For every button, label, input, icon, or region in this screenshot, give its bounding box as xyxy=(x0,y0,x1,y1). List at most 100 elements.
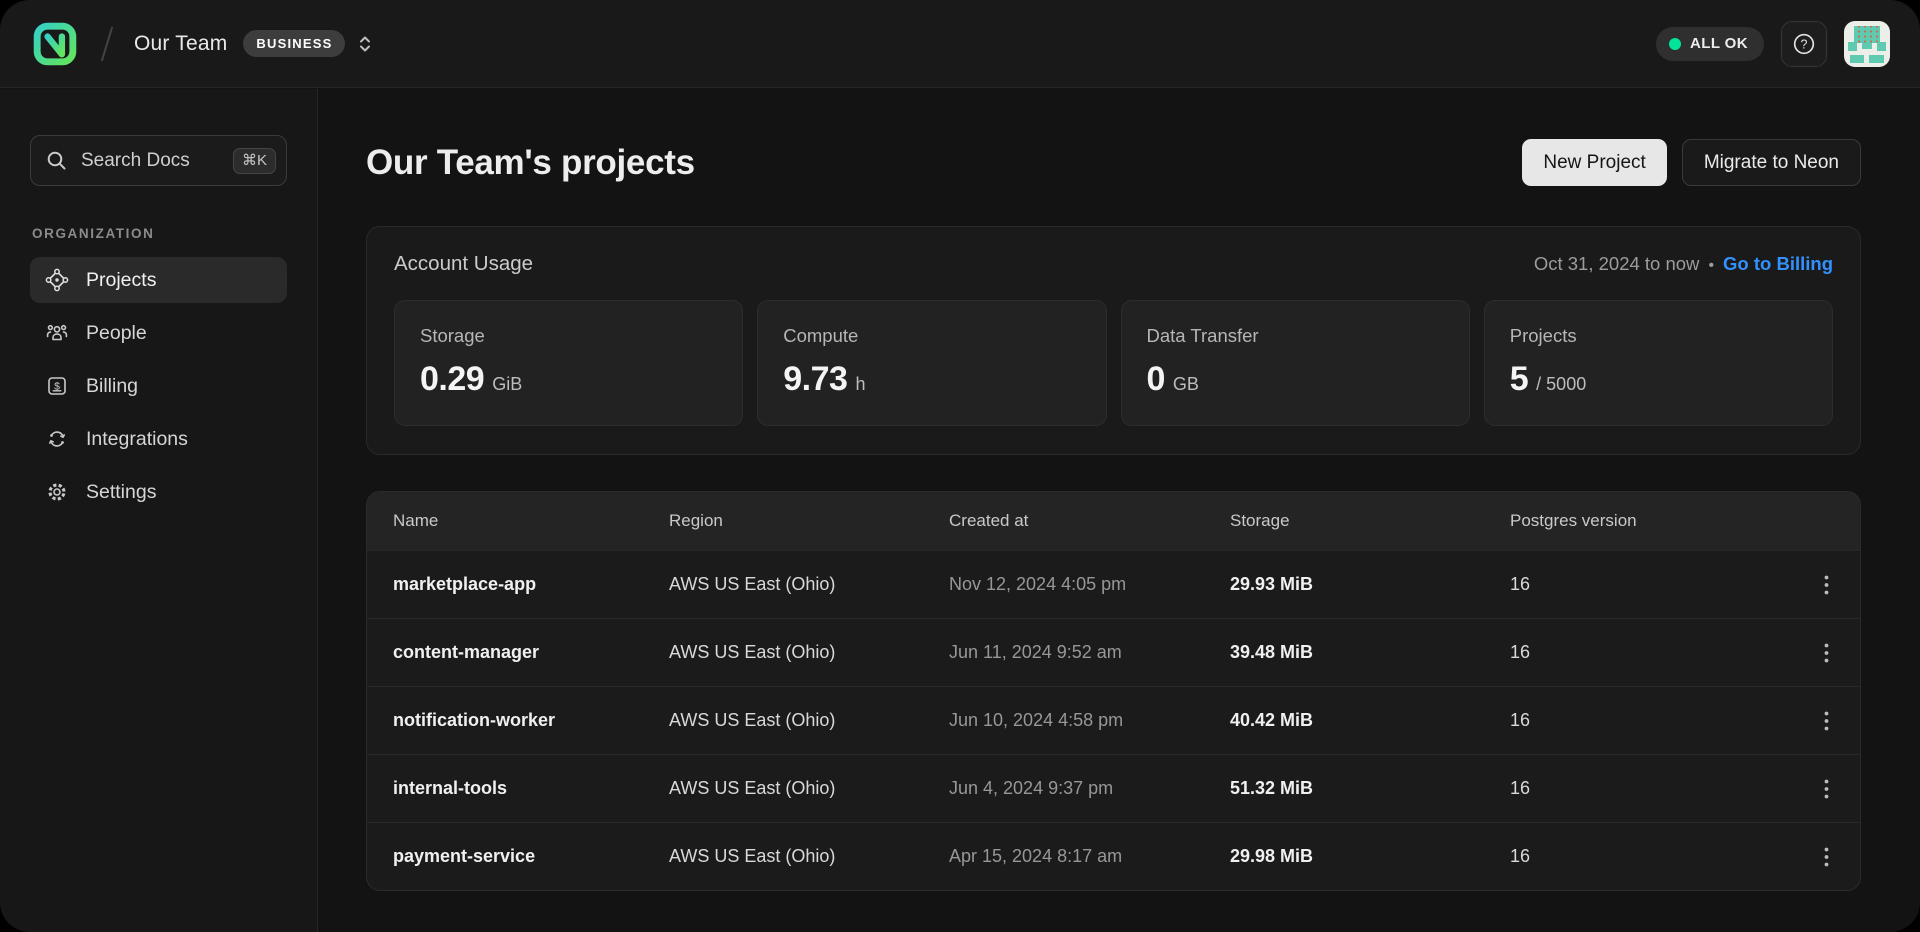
column-header-created-at: Created at xyxy=(949,511,1230,531)
migrate-to-neon-button[interactable]: Migrate to Neon xyxy=(1682,139,1861,186)
breadcrumb-slash-divider xyxy=(101,26,113,61)
neon-logo-icon[interactable] xyxy=(32,21,78,67)
row-menu-button[interactable] xyxy=(1806,633,1846,673)
new-project-button[interactable]: New Project xyxy=(1522,139,1666,186)
kebab-menu-icon xyxy=(1824,711,1829,731)
status-badge[interactable]: ALL OK xyxy=(1656,27,1764,61)
stat-card-projects: Projects 5 / 5000 xyxy=(1484,300,1833,426)
neon-console-window: Our Team BUSINESS ALL OK ? xyxy=(0,0,1920,932)
svg-text:?: ? xyxy=(1801,37,1808,51)
project-version: 16 xyxy=(1510,642,1782,663)
row-menu-button[interactable] xyxy=(1806,769,1846,809)
search-shortcut-badge: ⌘K xyxy=(233,148,276,174)
projects-icon xyxy=(45,268,69,292)
stat-value: 0.29 xyxy=(420,360,484,399)
sidebar-item-projects[interactable]: Projects xyxy=(30,257,287,303)
project-name[interactable]: payment-service xyxy=(393,846,669,867)
bullet-separator: • xyxy=(1708,257,1714,275)
stat-card-storage: Storage 0.29 GiB xyxy=(394,300,743,426)
stat-label: Compute xyxy=(783,325,1080,347)
row-menu-button[interactable] xyxy=(1806,837,1846,877)
sidebar-item-billing[interactable]: $ Billing xyxy=(30,363,287,409)
sidebar-nav: Projects People xyxy=(30,257,287,515)
account-usage-panel: Account Usage Oct 31, 2024 to now • Go t… xyxy=(366,226,1861,455)
project-region: AWS US East (Ohio) xyxy=(669,846,949,867)
table-header-row: Name Region Created at Storage Postgres … xyxy=(367,492,1860,550)
table-row[interactable]: content-manager AWS US East (Ohio) Jun 1… xyxy=(367,618,1860,686)
row-menu-button[interactable] xyxy=(1806,565,1846,605)
project-version: 16 xyxy=(1510,778,1782,799)
project-created: Jun 4, 2024 9:37 pm xyxy=(949,778,1230,799)
settings-gear-icon xyxy=(45,480,69,504)
chevron-up-down-icon xyxy=(357,33,373,55)
column-header-name: Name xyxy=(393,511,669,531)
project-storage: 29.93 MiB xyxy=(1230,574,1510,595)
column-header-storage: Storage xyxy=(1230,511,1510,531)
stat-card-data-transfer: Data Transfer 0 GB xyxy=(1121,300,1470,426)
search-docs-input[interactable]: Search Docs ⌘K xyxy=(30,135,287,186)
kebab-menu-icon xyxy=(1824,847,1829,867)
billing-icon: $ xyxy=(45,374,69,398)
stat-label: Projects xyxy=(1510,325,1807,347)
main-content: Our Team's projects New Project Migrate … xyxy=(319,89,1920,932)
sidebar-item-settings[interactable]: Settings xyxy=(30,469,287,515)
usage-panel-title: Account Usage xyxy=(394,252,533,276)
project-version: 16 xyxy=(1510,846,1782,867)
stat-label: Storage xyxy=(420,325,717,347)
org-switcher-button[interactable] xyxy=(357,33,373,55)
stat-unit: GiB xyxy=(492,374,522,395)
sidebar-item-label: Projects xyxy=(86,269,156,292)
status-label: ALL OK xyxy=(1690,35,1748,52)
stat-value: 0 xyxy=(1147,360,1165,399)
project-version: 16 xyxy=(1510,710,1782,731)
org-name: Our Team xyxy=(134,32,227,56)
table-row[interactable]: payment-service AWS US East (Ohio) Apr 1… xyxy=(367,822,1860,890)
column-header-region: Region xyxy=(669,511,949,531)
sidebar: Search Docs ⌘K ORGANIZATION Projects xyxy=(0,89,318,932)
column-header-postgres-version: Postgres version xyxy=(1510,511,1782,531)
table-row[interactable]: marketplace-app AWS US East (Ohio) Nov 1… xyxy=(367,550,1860,618)
project-region: AWS US East (Ohio) xyxy=(669,574,949,595)
kebab-menu-icon xyxy=(1824,575,1829,595)
people-icon xyxy=(45,321,69,345)
project-storage: 51.32 MiB xyxy=(1230,778,1510,799)
user-avatar[interactable] xyxy=(1844,21,1890,67)
project-created: Jun 10, 2024 4:58 pm xyxy=(949,710,1230,731)
table-row[interactable]: notification-worker AWS US East (Ohio) J… xyxy=(367,686,1860,754)
project-name[interactable]: marketplace-app xyxy=(393,574,669,595)
plan-badge: BUSINESS xyxy=(243,30,345,57)
kebab-menu-icon xyxy=(1824,643,1829,663)
search-docs-label: Search Docs xyxy=(81,150,220,172)
sidebar-item-label: Settings xyxy=(86,481,156,504)
projects-table: Name Region Created at Storage Postgres … xyxy=(366,491,1861,891)
page-title: Our Team's projects xyxy=(366,143,695,183)
row-menu-button[interactable] xyxy=(1806,701,1846,741)
project-storage: 29.98 MiB xyxy=(1230,846,1510,867)
integrations-icon xyxy=(45,427,69,451)
stat-unit: / 5000 xyxy=(1536,374,1586,395)
sidebar-item-integrations[interactable]: Integrations xyxy=(30,416,287,462)
table-row[interactable]: internal-tools AWS US East (Ohio) Jun 4,… xyxy=(367,754,1860,822)
stat-value: 9.73 xyxy=(783,360,847,399)
sidebar-item-label: People xyxy=(86,322,147,345)
stat-unit: GB xyxy=(1173,374,1199,395)
project-storage: 40.42 MiB xyxy=(1230,710,1510,731)
sidebar-item-label: Integrations xyxy=(86,428,188,451)
project-region: AWS US East (Ohio) xyxy=(669,642,949,663)
project-storage: 39.48 MiB xyxy=(1230,642,1510,663)
project-name[interactable]: internal-tools xyxy=(393,778,669,799)
project-name[interactable]: notification-worker xyxy=(393,710,669,731)
sidebar-section-label: ORGANIZATION xyxy=(32,226,287,241)
help-button[interactable]: ? xyxy=(1781,21,1827,67)
stat-card-compute: Compute 9.73 h xyxy=(757,300,1106,426)
go-to-billing-link[interactable]: Go to Billing xyxy=(1723,253,1833,275)
project-created: Apr 15, 2024 8:17 am xyxy=(949,846,1230,867)
project-region: AWS US East (Ohio) xyxy=(669,778,949,799)
usage-period: Oct 31, 2024 to now xyxy=(1534,253,1700,275)
stat-label: Data Transfer xyxy=(1147,325,1444,347)
search-icon xyxy=(45,149,68,172)
project-name[interactable]: content-manager xyxy=(393,642,669,663)
stat-value: 5 xyxy=(1510,360,1528,399)
sidebar-item-people[interactable]: People xyxy=(30,310,287,356)
top-header: Our Team BUSINESS ALL OK ? xyxy=(0,0,1920,88)
